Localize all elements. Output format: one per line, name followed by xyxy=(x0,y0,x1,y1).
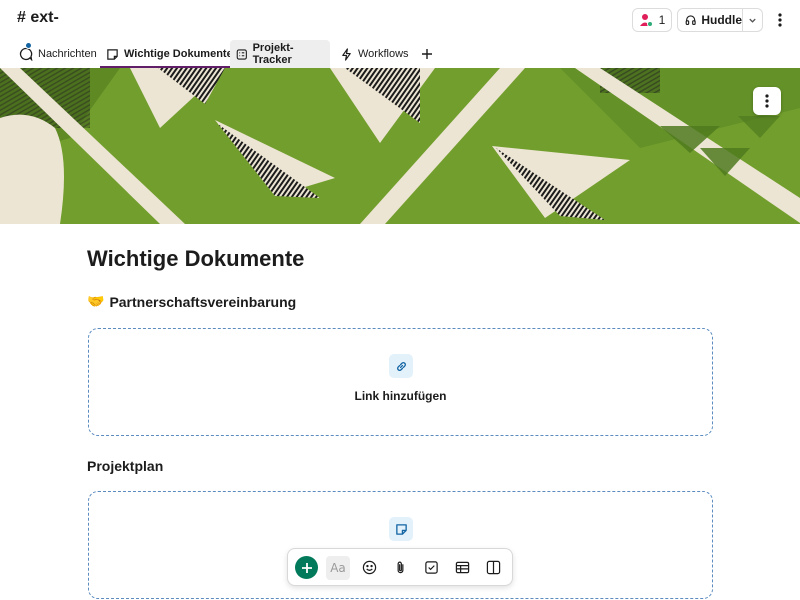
columns-icon xyxy=(486,560,500,574)
page-title[interactable]: Wichtige Dokumente xyxy=(87,246,304,272)
emoji-button[interactable] xyxy=(358,556,380,578)
tab-label: Projekt-Tracker xyxy=(252,42,294,66)
add-link-card[interactable]: Link hinzufügen xyxy=(88,328,713,436)
more-vertical-icon xyxy=(765,94,769,108)
note-icon xyxy=(389,517,413,541)
more-vertical-icon xyxy=(778,13,782,27)
tab-projekt-tracker[interactable]: Projekt-Tracker xyxy=(230,40,330,68)
member-count: 1 xyxy=(658,13,666,27)
huddle-options-button[interactable] xyxy=(742,9,762,31)
tab-label: Wichtige Dokumente xyxy=(124,48,233,60)
tab-label: Workflows xyxy=(358,48,409,60)
huddle-label: Huddle xyxy=(701,13,742,27)
section-heading-partnership[interactable]: 🤝 Partnerschaftsvereinbarung xyxy=(87,293,296,310)
huddle-start[interactable]: Huddle xyxy=(678,9,742,31)
table-button[interactable] xyxy=(451,556,473,578)
checkbox-icon xyxy=(424,560,438,574)
unread-dot xyxy=(25,42,32,49)
huddle-button[interactable]: Huddle xyxy=(677,8,763,32)
columns-button[interactable] xyxy=(482,556,504,578)
avatar-icon xyxy=(639,14,653,27)
channel-header: # ext- 1 Huddle xyxy=(0,0,800,40)
link-icon xyxy=(389,354,413,378)
add-link-label: Link hinzufügen xyxy=(354,389,447,403)
text-format-button[interactable]: Aa xyxy=(326,556,350,580)
canvas-header-image xyxy=(0,68,800,224)
headphones-icon xyxy=(685,15,696,26)
channel-tabs: Nachrichten Wichtige Dokumente Projekt-T… xyxy=(0,40,800,68)
message-icon xyxy=(19,47,33,61)
handshake-emoji: 🤝 xyxy=(87,293,105,309)
plus-icon xyxy=(422,49,432,59)
tab-wichtige-dokumente[interactable]: Wichtige Dokumente xyxy=(100,40,239,68)
section-heading-projektplan[interactable]: Projektplan xyxy=(87,458,163,474)
lightning-icon xyxy=(342,47,351,61)
section-heading-text: Projektplan xyxy=(87,458,164,474)
canvas-icon xyxy=(107,48,118,60)
chevron-down-icon xyxy=(749,18,756,23)
header-image-menu-button[interactable] xyxy=(753,87,781,115)
attachment-button[interactable] xyxy=(389,556,411,578)
attachment-icon xyxy=(397,561,403,573)
tab-label: Nachrichten xyxy=(38,48,97,60)
section-heading-text: Partnerschaftsvereinbarung xyxy=(109,293,297,310)
add-tab-button[interactable] xyxy=(418,45,436,63)
channel-title[interactable]: # ext- xyxy=(17,9,59,27)
channel-more-button[interactable] xyxy=(772,9,788,31)
checkbox-button[interactable] xyxy=(420,556,442,578)
add-button[interactable] xyxy=(295,556,318,579)
members-button[interactable]: 1 xyxy=(632,8,672,32)
paper-planes-illustration xyxy=(0,68,800,224)
tab-workflows[interactable]: Workflows xyxy=(334,40,415,68)
add-icon xyxy=(301,562,312,573)
canvas-insert-toolbar: Aa xyxy=(287,548,513,586)
table-icon xyxy=(455,561,469,573)
list-icon xyxy=(236,48,247,60)
emoji-icon xyxy=(362,560,376,574)
tab-nachrichten[interactable]: Nachrichten xyxy=(13,40,103,68)
